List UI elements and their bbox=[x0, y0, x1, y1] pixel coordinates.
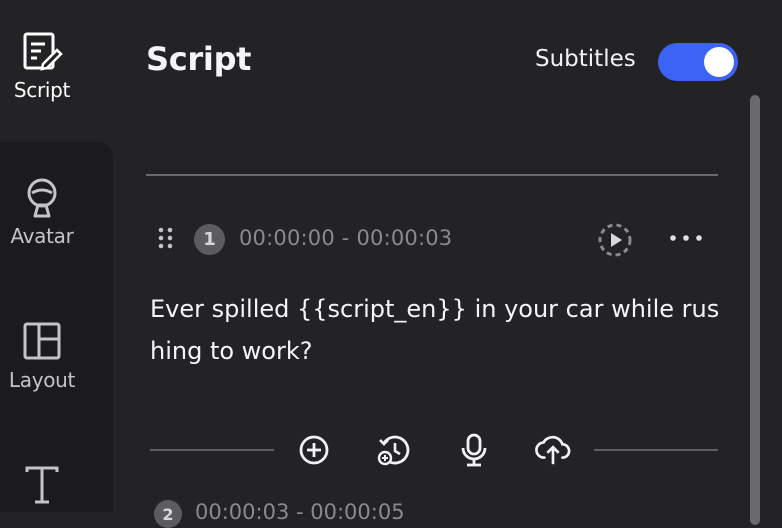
scene-number-badge: 1 bbox=[194, 224, 225, 255]
sidebar-item-label: Avatar bbox=[10, 224, 74, 248]
history-add-icon bbox=[377, 435, 410, 466]
page-title: Script bbox=[146, 40, 252, 78]
sidebar-item-script[interactable]: Script bbox=[0, 30, 84, 102]
script-panel: Script Subtitles 1 00:00:00 - 00:00:03 E… bbox=[113, 0, 782, 528]
drag-handle-icon[interactable] bbox=[157, 226, 175, 256]
sidebar: Script Avatar Layout bbox=[0, 0, 113, 512]
divider bbox=[146, 174, 718, 176]
toggle-knob bbox=[704, 47, 734, 77]
sidebar-item-label: Script bbox=[13, 78, 71, 102]
upload-audio-button[interactable] bbox=[535, 432, 571, 468]
subtitles-toggle[interactable] bbox=[658, 43, 738, 81]
text-icon bbox=[25, 466, 59, 504]
action-divider-right bbox=[594, 449, 718, 451]
add-scene-button[interactable] bbox=[296, 432, 332, 468]
scene-number-badge: 2 bbox=[154, 500, 182, 528]
scene-header-2: 2 00:00:03 - 00:00:05 bbox=[146, 494, 766, 528]
action-divider-left bbox=[150, 449, 274, 451]
scene-time-range: 00:00:00 - 00:00:03 bbox=[239, 226, 453, 250]
add-circle-icon bbox=[299, 435, 329, 465]
sidebar-item-text[interactable] bbox=[0, 464, 84, 508]
record-voice-button[interactable] bbox=[456, 432, 492, 468]
more-options-icon[interactable] bbox=[668, 230, 704, 249]
sidebar-item-avatar[interactable]: Avatar bbox=[0, 176, 84, 248]
sidebar-item-layout[interactable]: Layout bbox=[0, 320, 84, 392]
sidebar-item-label: Layout bbox=[8, 368, 76, 392]
script-edit-icon bbox=[23, 32, 63, 71]
layout-icon bbox=[23, 322, 61, 360]
subtitles-label: Subtitles bbox=[535, 46, 636, 72]
scene-time-range: 00:00:03 - 00:00:05 bbox=[195, 500, 405, 524]
avatar-icon bbox=[27, 178, 57, 218]
play-preview-icon[interactable] bbox=[596, 221, 634, 263]
microphone-icon bbox=[461, 433, 487, 467]
scrollbar[interactable] bbox=[750, 95, 760, 525]
scene-script-text[interactable]: Ever spilled {{script_en}} in your car w… bbox=[150, 288, 730, 372]
add-pause-button[interactable] bbox=[375, 432, 411, 468]
cloud-upload-icon bbox=[535, 435, 571, 465]
